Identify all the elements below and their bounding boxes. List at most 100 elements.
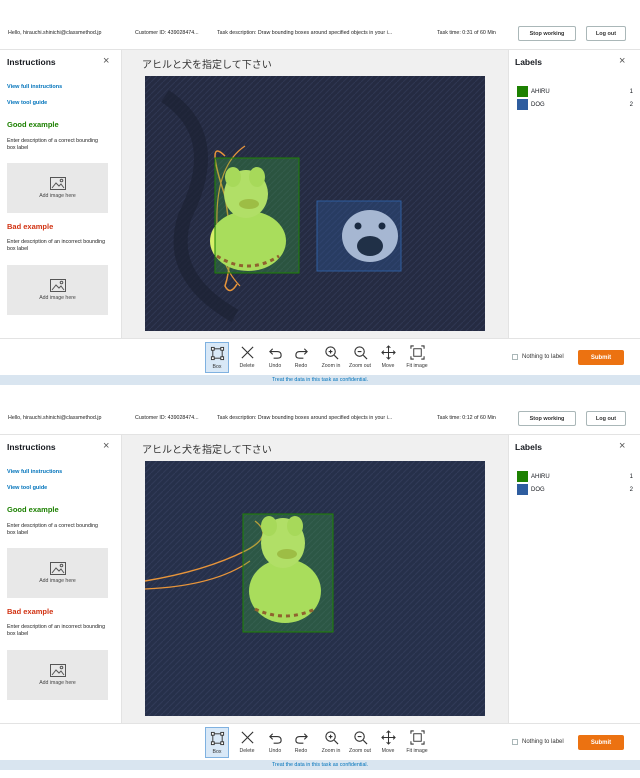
- confidential-notice: Treat the data in this task as confident…: [0, 760, 640, 770]
- close-icon[interactable]: ×: [103, 55, 109, 67]
- close-icon[interactable]: ×: [103, 440, 109, 452]
- instructions-title: Instructions: [7, 442, 56, 452]
- label-dog[interactable]: DOG 2: [517, 484, 633, 495]
- add-image-label: Add image here: [39, 578, 76, 584]
- image-icon: [49, 664, 66, 677]
- user-greeting: Hello, hirauchi.shinichi@classmethod.jp: [8, 415, 102, 421]
- move-tool-button[interactable]: Move: [376, 727, 400, 758]
- image-icon: [49, 279, 66, 292]
- good-example-description: Enter description of a correct bounding …: [7, 138, 98, 151]
- label-hotkey: 1: [629, 473, 633, 480]
- tool-label: Zoom out: [349, 748, 371, 754]
- zoom-out-tool-button[interactable]: Zoom out: [346, 342, 374, 373]
- label-color-swatch: [517, 86, 528, 97]
- tool-label: Redo: [294, 363, 308, 369]
- zoom-out-icon: [353, 346, 367, 360]
- move-tool-button[interactable]: Move: [376, 342, 400, 373]
- redo-icon: [294, 348, 308, 359]
- zoom-in-icon: [324, 731, 338, 745]
- tool-label: Move: [381, 748, 395, 754]
- redo-tool-button[interactable]: Redo: [289, 342, 313, 373]
- bad-example-description: Enter description of an incorrect boundi…: [7, 239, 106, 252]
- user-greeting: Hello, hirauchi.shinichi@classmethod.jp: [8, 30, 102, 36]
- fit-image-tool-button[interactable]: Fit image: [402, 727, 432, 758]
- redo-tool-button[interactable]: Redo: [289, 727, 313, 758]
- image-canvas[interactable]: [145, 461, 485, 716]
- task-title: アヒルと犬を指定して下さい: [142, 445, 272, 456]
- instructions-panel: Instructions × View full instructions Vi…: [0, 435, 122, 723]
- close-icon[interactable]: ×: [619, 440, 625, 452]
- good-example-title: Good example: [7, 505, 59, 514]
- tool-label: Zoom in: [321, 748, 341, 754]
- nothing-to-label-text: Nothing to label: [522, 354, 564, 360]
- zoom-in-tool-button[interactable]: Zoom in: [314, 727, 348, 758]
- top-bar: Hello, hirauchi.shinichi@classmethod.jp …: [0, 405, 640, 435]
- customer-id: Customer ID: 439028474...: [135, 30, 199, 36]
- image-canvas[interactable]: [145, 76, 485, 331]
- label-ahiru[interactable]: AHIRU 1: [517, 471, 633, 482]
- good-example-image-placeholder[interactable]: Add image here: [7, 548, 108, 598]
- delete-tool-button[interactable]: Delete: [235, 342, 259, 373]
- canvas-image: [145, 76, 485, 331]
- close-icon[interactable]: ×: [619, 55, 625, 67]
- submit-button[interactable]: Submit: [578, 735, 624, 750]
- view-tool-guide-link[interactable]: View tool guide: [7, 100, 47, 106]
- label-name: AHIRU: [531, 88, 550, 95]
- zoom-out-tool-button[interactable]: Zoom out: [346, 727, 374, 758]
- instructions-title: Instructions: [7, 57, 56, 67]
- nothing-to-label-checkbox[interactable]: Nothing to label: [512, 354, 564, 360]
- bad-example-image-placeholder[interactable]: Add image here: [7, 650, 108, 700]
- labeling-screen-2: Hello, hirauchi.shinichi@classmethod.jp …: [0, 405, 640, 775]
- move-icon: [380, 345, 396, 360]
- nothing-to-label-checkbox[interactable]: Nothing to label: [512, 739, 564, 745]
- label-dog[interactable]: DOG 2: [517, 99, 633, 110]
- tool-label: Move: [381, 363, 395, 369]
- stop-working-button[interactable]: Stop working: [518, 411, 576, 426]
- bottom-toolbar: Box Delete Undo Redo Zoom in Zoom out Mo…: [0, 723, 640, 760]
- label-hotkey: 2: [629, 486, 633, 493]
- task-description: Task description: Draw bounding boxes ar…: [217, 30, 393, 36]
- label-name: DOG: [531, 101, 545, 108]
- delete-tool-button[interactable]: Delete: [235, 727, 259, 758]
- labels-title: Labels: [515, 57, 542, 67]
- tool-label: Redo: [294, 748, 308, 754]
- fit-image-tool-button[interactable]: Fit image: [402, 342, 432, 373]
- good-example-image-placeholder[interactable]: Add image here: [7, 163, 108, 213]
- workspace: アヒルと犬を指定して下さい: [122, 435, 508, 723]
- log-out-button[interactable]: Log out: [586, 26, 626, 41]
- image-icon: [49, 177, 66, 190]
- instructions-panel: Instructions × View full instructions Vi…: [0, 50, 122, 338]
- good-example-description: Enter description of a correct bounding …: [7, 523, 98, 536]
- tool-label: Delete: [239, 363, 255, 369]
- view-tool-guide-link[interactable]: View tool guide: [7, 485, 47, 491]
- box-tool-button[interactable]: Box: [205, 727, 229, 758]
- view-full-instructions-link[interactable]: View full instructions: [7, 469, 62, 475]
- label-color-swatch: [517, 99, 528, 110]
- workspace: アヒルと犬を指定して下さい: [122, 50, 508, 338]
- task-time: Task time: 0:12 of 60 Min: [437, 415, 496, 421]
- view-full-instructions-link[interactable]: View full instructions: [7, 84, 62, 90]
- tool-label: Fit image: [406, 748, 428, 754]
- add-image-label: Add image here: [39, 295, 76, 301]
- undo-tool-button[interactable]: Undo: [263, 727, 287, 758]
- checkbox-box[interactable]: [512, 354, 518, 360]
- checkbox-box[interactable]: [512, 739, 518, 745]
- fit-image-icon: [409, 345, 425, 360]
- task-time: Task time: 0:31 of 60 Min: [437, 30, 496, 36]
- log-out-button[interactable]: Log out: [586, 411, 626, 426]
- delete-icon: [240, 346, 254, 359]
- undo-tool-button[interactable]: Undo: [263, 342, 287, 373]
- add-image-label: Add image here: [39, 680, 76, 686]
- bad-example-image-placeholder[interactable]: Add image here: [7, 265, 108, 315]
- bad-example-description: Enter description of an incorrect boundi…: [7, 624, 106, 637]
- good-example-title: Good example: [7, 120, 59, 129]
- top-bar: Hello, hirauchi.shinichi@classmethod.jp …: [0, 20, 640, 50]
- submit-button[interactable]: Submit: [578, 350, 624, 365]
- stop-working-button[interactable]: Stop working: [518, 26, 576, 41]
- labeling-screen-1: Hello, hirauchi.shinichi@classmethod.jp …: [0, 20, 640, 390]
- bottom-toolbar: Box Delete Undo Redo Zoom in Zoom out Mo…: [0, 338, 640, 375]
- zoom-in-tool-button[interactable]: Zoom in: [314, 342, 348, 373]
- box-tool-button[interactable]: Box: [205, 342, 229, 373]
- label-ahiru[interactable]: AHIRU 1: [517, 86, 633, 97]
- labels-panel: Labels × AHIRU 1 DOG 2: [508, 50, 640, 338]
